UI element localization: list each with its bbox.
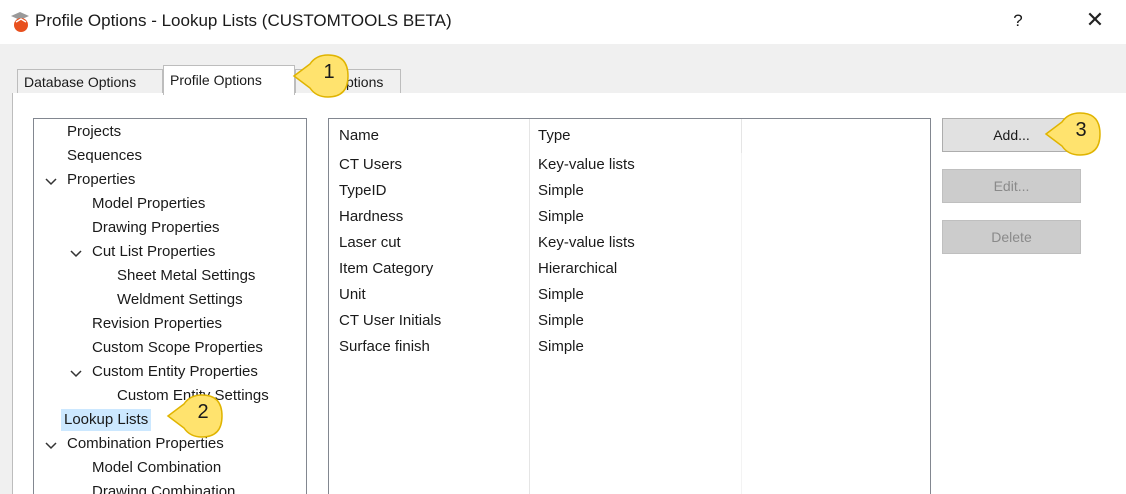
help-button[interactable]: ?	[1003, 8, 1033, 34]
callout-number: 2	[197, 401, 209, 423]
table-row[interactable]: Laser cut Key-value lists	[329, 231, 930, 257]
cell-type: Hierarchical	[538, 260, 618, 277]
table-row[interactable]: TypeID Simple	[329, 179, 930, 205]
chevron-down-icon[interactable]	[44, 175, 58, 189]
cell-type: Simple	[538, 208, 584, 225]
tree-item-custom-scope-properties[interactable]: Custom Scope Properties	[89, 337, 266, 359]
tree-item-lookup-lists[interactable]: Lookup Lists	[61, 409, 152, 431]
title-bar: Profile Options - Lookup Lists (CUSTOMTO…	[0, 0, 1126, 44]
table-row[interactable]: CT Users Key-value lists	[329, 153, 930, 179]
tree-item-model-combination[interactable]: Model Combination	[89, 457, 224, 479]
cell-name: Unit	[339, 286, 366, 303]
window-title: Profile Options - Lookup Lists (CUSTOMTO…	[35, 11, 452, 30]
cell-name: Surface finish	[339, 338, 430, 355]
cell-name: Item Category	[339, 260, 434, 277]
table-row[interactable]: Unit Simple	[329, 283, 930, 309]
chevron-down-icon[interactable]	[69, 367, 83, 381]
app-logo-icon	[11, 12, 29, 32]
callout-2: 2	[164, 392, 226, 440]
tree-item-properties[interactable]: Properties	[64, 169, 138, 191]
cell-name: Laser cut	[339, 234, 401, 251]
tab-profile-options[interactable]: Profile Options	[163, 65, 295, 95]
tree-item-cut-list-properties[interactable]: Cut List Properties	[89, 241, 218, 263]
table-row[interactable]: Hardness Simple	[329, 205, 930, 231]
tree-item-weldment-settings[interactable]: Weldment Settings	[114, 289, 246, 311]
tree-item-custom-entity-properties[interactable]: Custom Entity Properties	[89, 361, 261, 383]
cell-type: Simple	[538, 338, 584, 355]
table-row[interactable]: Surface finish Simple	[329, 335, 930, 361]
callout-3: 3	[1042, 110, 1104, 158]
tab-database-options[interactable]: Database Options	[17, 69, 163, 95]
tree-item-drawing-properties[interactable]: Drawing Properties	[89, 217, 223, 239]
tree-item-model-properties[interactable]: Model Properties	[89, 193, 208, 215]
edit-button[interactable]: Edit...	[942, 169, 1081, 203]
chevron-down-icon[interactable]	[44, 439, 58, 453]
cell-type: Simple	[538, 182, 584, 199]
tree-item-sheet-metal-settings[interactable]: Sheet Metal Settings	[114, 265, 258, 287]
close-button[interactable]: ✕	[1075, 6, 1115, 34]
callout-1: 1	[290, 52, 352, 100]
cell-name: Hardness	[339, 208, 404, 225]
tree-item-projects[interactable]: Projects	[64, 121, 124, 143]
column-header-type[interactable]: Type	[538, 127, 571, 144]
tree-item-drawing-combination[interactable]: Drawing Combination	[89, 481, 238, 494]
cell-type: Simple	[538, 312, 584, 329]
lookup-lists-table[interactable]: Name Type CT Users Key-value lists TypeI…	[328, 118, 931, 494]
cell-type: Key-value lists	[538, 156, 635, 173]
table-row[interactable]: Item Category Hierarchical	[329, 257, 930, 283]
chevron-down-icon[interactable]	[69, 247, 83, 261]
column-separator	[741, 119, 742, 153]
callout-number: 1	[323, 61, 335, 83]
tree-item-sequences[interactable]: Sequences	[64, 145, 145, 167]
column-header-name[interactable]: Name	[339, 127, 379, 144]
cell-name: TypeID	[339, 182, 387, 199]
table-row[interactable]: CT User Initials Simple	[329, 309, 930, 335]
callout-number: 3	[1075, 119, 1087, 141]
cell-name: CT Users	[339, 156, 403, 173]
cell-type: Key-value lists	[538, 234, 635, 251]
cell-type: Simple	[538, 286, 584, 303]
delete-button[interactable]: Delete	[942, 220, 1081, 254]
cell-name: CT User Initials	[339, 312, 442, 329]
tree-item-revision-properties[interactable]: Revision Properties	[89, 313, 225, 335]
